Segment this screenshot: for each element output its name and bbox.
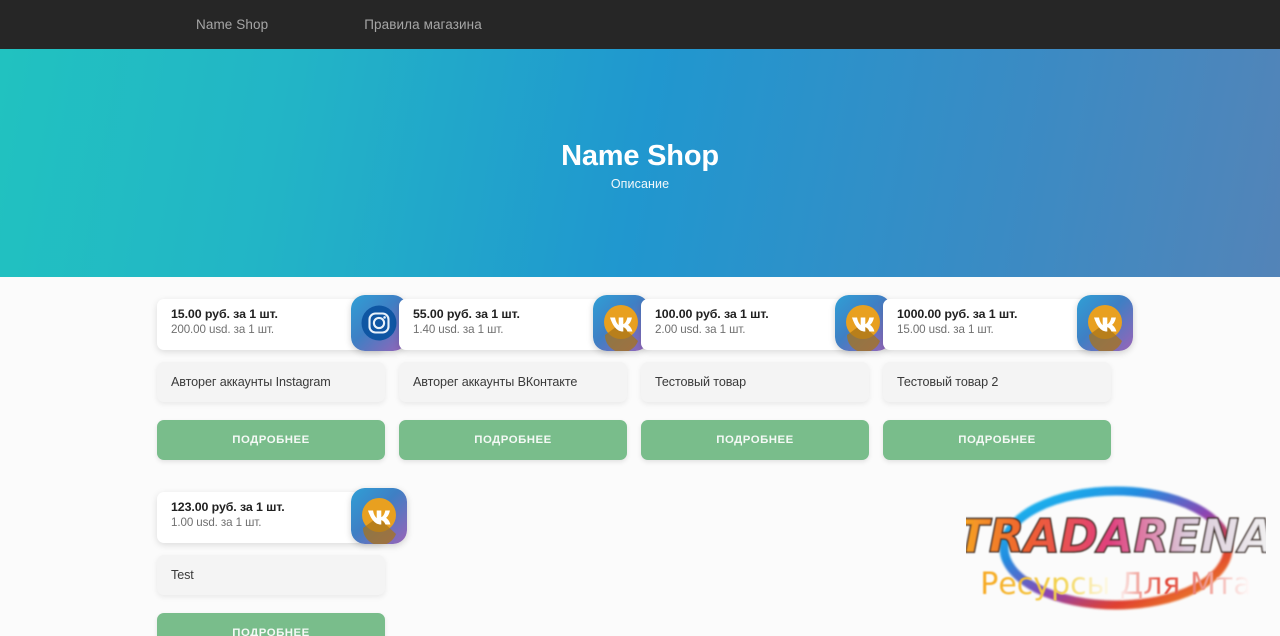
product-title-card: Тестовый товар xyxy=(641,362,869,402)
hero-subtitle: Описание xyxy=(610,176,670,191)
product-title: Тестовый товар xyxy=(655,375,746,389)
product-price-primary: 100.00 руб. за 1 шт. xyxy=(655,307,769,321)
product-card: 15.00 руб. за 1 шт. 200.00 usd. за 1 шт. xyxy=(157,295,407,460)
product-title: Авторег аккаунты Instagram xyxy=(171,375,331,389)
product-title-card: Test xyxy=(157,555,385,595)
product-title: Авторег аккаунты ВКонтакте xyxy=(413,375,578,389)
product-price-primary: 15.00 руб. за 1 шт. xyxy=(171,307,278,321)
vk-icon xyxy=(351,488,407,544)
product-card: 1000.00 руб. за 1 шт. 15.00 usd. за 1 шт… xyxy=(883,295,1133,460)
product-price-card: 100.00 руб. за 1 шт. 2.00 usd. за 1 шт. xyxy=(641,295,891,351)
nav-link-name-shop[interactable]: Name Shop xyxy=(196,17,268,32)
product-price-primary: 55.00 руб. за 1 шт. xyxy=(413,307,520,321)
product-details-button[interactable]: ПОДРОБНЕЕ xyxy=(641,420,869,460)
product-grid: 15.00 руб. за 1 шт. 200.00 usd. за 1 шт. xyxy=(157,295,1133,636)
product-card: 55.00 руб. за 1 шт. 1.40 usd. за 1 шт. А… xyxy=(399,295,649,460)
product-title-card: Тестовый товар 2 xyxy=(883,362,1111,402)
product-price-card: 55.00 руб. за 1 шт. 1.40 usd. за 1 шт. xyxy=(399,295,649,351)
hero-text-block: Name Shop Описание xyxy=(561,140,719,191)
product-price-secondary: 200.00 usd. за 1 шт. xyxy=(171,323,275,336)
nav-link-rules[interactable]: Правила магазина xyxy=(364,17,482,32)
product-card: 123.00 руб. за 1 шт. 1.00 usd. за 1 шт. xyxy=(157,488,407,636)
hero-title: Name Shop xyxy=(561,140,719,173)
main-content: 15.00 руб. за 1 шт. 200.00 usd. за 1 шт. xyxy=(0,277,1280,636)
vk-icon xyxy=(1077,295,1133,351)
product-title: Test xyxy=(171,568,194,582)
product-price-card: 15.00 руб. за 1 шт. 200.00 usd. за 1 шт. xyxy=(157,295,407,351)
product-price-secondary: 15.00 usd. за 1 шт. xyxy=(897,323,994,336)
product-card: 100.00 руб. за 1 шт. 2.00 usd. за 1 шт. xyxy=(641,295,891,460)
product-details-button[interactable]: ПОДРОБНЕЕ xyxy=(883,420,1111,460)
product-price-primary: 1000.00 руб. за 1 шт. xyxy=(897,307,1018,321)
product-price-primary: 123.00 руб. за 1 шт. xyxy=(171,500,285,514)
hero-banner: Name Shop Описание xyxy=(0,49,1280,277)
top-navbar: Name Shop Правила магазина xyxy=(0,0,1280,49)
product-title: Тестовый товар 2 xyxy=(897,375,999,389)
product-title-card: Авторег аккаунты Instagram xyxy=(157,362,385,402)
product-price-secondary: 2.00 usd. за 1 шт. xyxy=(655,323,746,336)
product-price-card: 123.00 руб. за 1 шт. 1.00 usd. за 1 шт. xyxy=(157,488,407,544)
product-details-button[interactable]: ПОДРОБНЕЕ xyxy=(157,420,385,460)
product-details-button[interactable]: ПОДРОБНЕЕ xyxy=(399,420,627,460)
product-price-secondary: 1.00 usd. за 1 шт. xyxy=(171,516,262,529)
product-details-button[interactable]: ПОДРОБНЕЕ xyxy=(157,613,385,636)
product-title-card: Авторег аккаунты ВКонтакте xyxy=(399,362,627,402)
product-price-secondary: 1.40 usd. за 1 шт. xyxy=(413,323,504,336)
product-price-card: 1000.00 руб. за 1 шт. 15.00 usd. за 1 шт… xyxy=(883,295,1133,351)
